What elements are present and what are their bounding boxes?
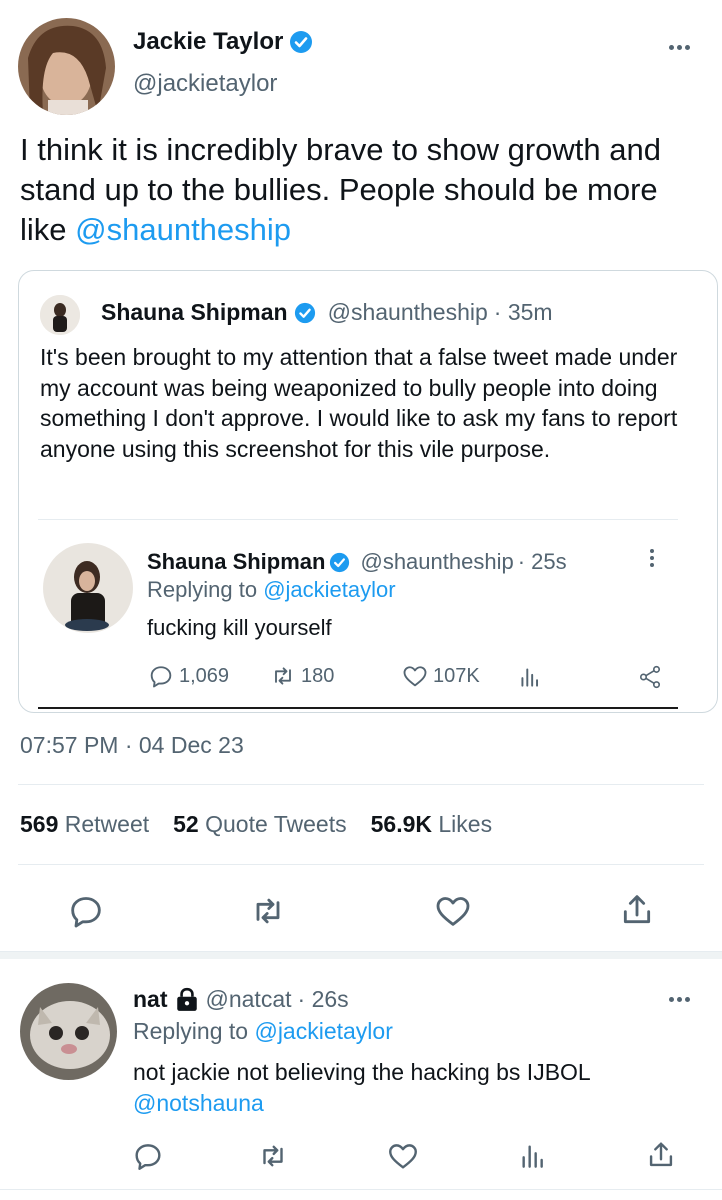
retweets-count: 569 <box>20 811 59 837</box>
main-author-row: Jackie Taylor <box>133 28 313 56</box>
upload-share-icon <box>644 1138 678 1172</box>
heart-icon <box>401 662 429 690</box>
share-button[interactable] <box>617 890 657 930</box>
reply-share-button[interactable] <box>644 1138 678 1172</box>
main-tweet-mention[interactable]: @shauntheship <box>75 212 291 247</box>
screenshot-replying-mention: @jackietaylor <box>263 577 396 602</box>
screenshot-like: 107K <box>401 662 480 690</box>
quoted-author-name[interactable]: Shauna Shipman <box>101 299 288 326</box>
screenshot-retweet-count: 180 <box>301 664 335 687</box>
screenshot-action-bar: 1,069 180 107K <box>147 662 667 692</box>
reply-author-handle[interactable]: @natcat <box>206 986 292 1013</box>
heart-icon <box>433 891 473 931</box>
screenshot-retweet: 180 <box>269 662 334 690</box>
reply-icon <box>147 662 175 690</box>
reply-icon <box>131 1139 165 1173</box>
reply-tweet-mention[interactable]: @notshauna <box>133 1090 264 1117</box>
reply-icon <box>66 891 106 931</box>
reply-retweet-button[interactable] <box>256 1139 290 1173</box>
nat-avatar[interactable] <box>20 983 117 1080</box>
divider <box>18 784 704 785</box>
quoted-time: · 35m <box>493 299 553 325</box>
likes-stat[interactable]: 56.9K Likes <box>371 811 492 838</box>
tweet-stats: 569 Retweet 52 Quote Tweets 56.9K Likes <box>20 811 492 838</box>
screenshot-reply-count: 1,069 <box>179 664 230 687</box>
screenshot-author-name: Shauna Shipman <box>147 549 326 574</box>
reply-analytics-button[interactable] <box>517 1140 549 1172</box>
share-icon <box>637 664 663 690</box>
likes-count: 56.9K <box>370 811 432 837</box>
analytics-icon <box>517 1140 549 1172</box>
retweet-icon <box>256 1139 290 1173</box>
retweet-icon <box>248 891 288 931</box>
quotes-label: Quote Tweets <box>205 811 347 837</box>
quotes-count: 52 <box>173 811 199 837</box>
reply-author-name[interactable]: nat <box>133 986 168 1013</box>
screenshot-more-icon <box>650 549 654 567</box>
reply-like-button[interactable] <box>386 1139 420 1173</box>
divider <box>0 1189 722 1190</box>
quoted-author-handle[interactable]: @shauntheship <box>328 299 488 326</box>
retweet-icon <box>269 662 297 690</box>
main-tweet-text: I think it is incredibly brave to show g… <box>20 130 710 250</box>
retweet-button[interactable] <box>248 891 288 931</box>
retweets-label: Retweet <box>64 811 150 837</box>
screenshot-like-count: 107K <box>433 664 480 687</box>
reply-author-row: nat @natcat · 26s <box>133 986 349 1013</box>
section-separator <box>0 951 722 959</box>
quoted-tweet-card[interactable]: Shauna Shipman @shauntheship · 35m It's … <box>18 270 718 713</box>
quoted-author-row: Shauna Shipman @shauntheship · 35m <box>101 299 553 326</box>
reply-replying-to: Replying to @jackietaylor <box>133 1018 393 1045</box>
reply-time: · 26s <box>297 986 349 1012</box>
divider <box>18 864 704 865</box>
verified-badge-icon <box>289 30 313 54</box>
screenshot-author-avatar <box>43 543 133 633</box>
reply-button[interactable] <box>66 891 106 931</box>
embedded-screenshot: Shauna Shipman @shauntheship · 25s Reply… <box>38 519 678 709</box>
verified-badge-icon <box>329 552 350 573</box>
reply-replying-mention[interactable]: @jackietaylor <box>254 1018 392 1044</box>
quote-tweets-stat[interactable]: 52 Quote Tweets <box>173 811 346 838</box>
more-options-icon[interactable] <box>669 45 690 50</box>
main-author-name[interactable]: Jackie Taylor <box>133 28 283 56</box>
main-author-handle[interactable]: @jackietaylor <box>133 70 277 98</box>
heart-icon <box>386 1139 420 1173</box>
upload-share-icon <box>617 890 657 930</box>
reply-reply-button[interactable] <box>131 1139 165 1173</box>
reply-tweet-text: not jackie not believing the hacking bs … <box>133 1059 591 1085</box>
screenshot-author-handle: @shauntheship <box>360 549 514 574</box>
verified-badge-icon <box>294 302 316 324</box>
retweets-stat[interactable]: 569 Retweet <box>20 811 149 838</box>
likes-label: Likes <box>438 811 493 837</box>
tweet-timestamp: 07:57 PM · 04 Dec 23 <box>20 732 244 758</box>
reply-replying-prefix: Replying to <box>133 1018 255 1044</box>
lock-icon <box>174 987 200 1013</box>
screenshot-tweet-text: fucking kill yourself <box>147 615 332 640</box>
jackie-avatar[interactable] <box>18 18 115 115</box>
screenshot-replying-prefix: Replying to <box>147 577 264 602</box>
screenshot-replying-to: Replying to @jackietaylor <box>147 577 396 603</box>
like-button[interactable] <box>433 891 473 931</box>
screenshot-reply: 1,069 <box>147 662 229 690</box>
quoted-tweet-text: It's been brought to my attention that a… <box>40 344 678 462</box>
screenshot-bottom-edge <box>38 707 678 709</box>
more-options-icon[interactable] <box>669 997 690 1002</box>
screenshot-time: · 25s <box>517 549 567 574</box>
quoted-author-avatar <box>40 295 80 335</box>
analytics-icon <box>517 664 543 690</box>
screenshot-author-row: Shauna Shipman @shauntheship · 25s <box>147 549 567 575</box>
